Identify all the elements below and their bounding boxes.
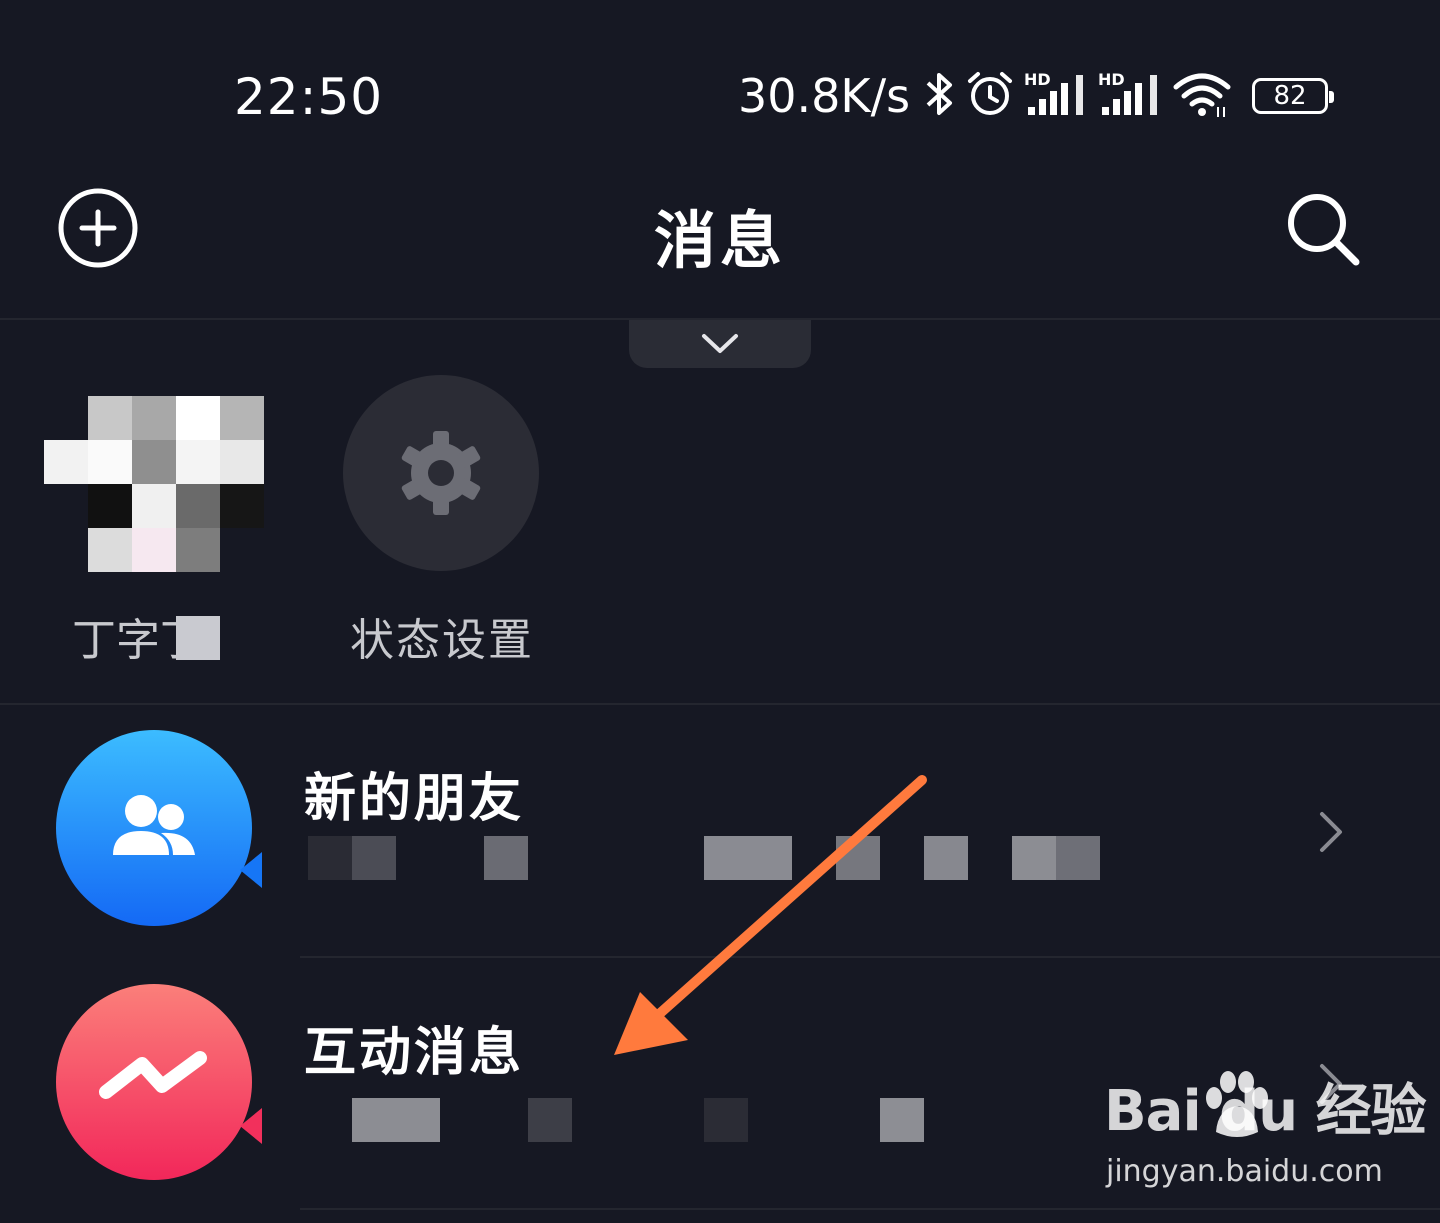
friends-icon: [56, 730, 262, 926]
chevron-right-icon: [1316, 810, 1346, 858]
battery-level: 82: [1273, 81, 1307, 111]
alarm-icon: [964, 69, 1016, 123]
row-divider: [300, 1208, 1440, 1210]
interaction-icon: [56, 984, 262, 1180]
wifi-icon: [1172, 69, 1234, 123]
page-title: 消息: [653, 204, 786, 277]
status-icons: 30.8K/s HD HD 82: [738, 66, 1335, 126]
search-icon[interactable]: [1284, 190, 1364, 274]
svg-text:HD: HD: [1098, 70, 1125, 89]
watermark-logo: Bai du 经验: [1104, 1079, 1427, 1144]
row-title: 互动消息: [304, 1023, 525, 1083]
net-speed: 30.8K/s: [738, 69, 911, 123]
section-divider: [0, 703, 1440, 705]
collapse-toggle[interactable]: [629, 320, 811, 368]
bluetooth-icon: [922, 69, 956, 123]
story-avatar[interactable]: [44, 396, 264, 572]
signal-hd-icon: HD: [1024, 69, 1090, 123]
row-title: 新的朋友: [304, 769, 525, 829]
gear-icon: [401, 431, 481, 515]
watermark-url: jingyan.baidu.com: [1106, 1154, 1383, 1189]
chevron-down-icon: [702, 334, 738, 353]
signal-hd-icon-2: HD: [1098, 69, 1164, 123]
status-time: 22:50: [234, 68, 384, 126]
list-item-new-friends[interactable]: 新的朋友: [0, 706, 1440, 958]
svg-text:HD: HD: [1024, 70, 1051, 89]
status-settings-label: 状态设置: [350, 615, 534, 666]
name-mosaic: [176, 616, 220, 660]
battery-icon: 82: [1252, 78, 1335, 114]
status-settings-button[interactable]: [343, 375, 539, 571]
